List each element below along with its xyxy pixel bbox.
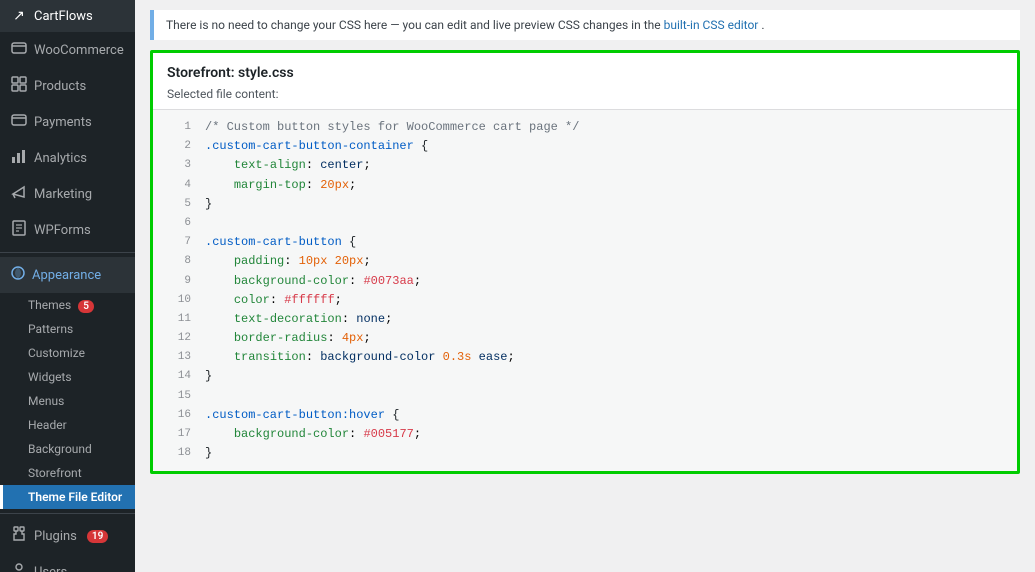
- code-line-5: 5 }: [153, 195, 1017, 214]
- sidebar-subitem-customize[interactable]: Customize: [0, 341, 135, 365]
- sidebar-item-woocommerce[interactable]: WooCommerce: [0, 32, 135, 68]
- code-line-17: 17 background-color: #005177;: [153, 425, 1017, 444]
- notice-link[interactable]: built-in CSS editor: [664, 18, 759, 32]
- code-line-13: 13 transition: background-color 0.3s eas…: [153, 348, 1017, 367]
- submenu-label: Header: [28, 418, 67, 432]
- sidebar-item-label: WPForms: [34, 223, 91, 238]
- code-line-4: 4 margin-top: 20px;: [153, 176, 1017, 195]
- code-line-14: 14 }: [153, 367, 1017, 386]
- code-line-3: 3 text-align: center;: [153, 156, 1017, 175]
- sidebar-subitem-theme-file-editor[interactable]: Theme File Editor: [0, 485, 135, 509]
- submenu-label: Customize: [28, 346, 85, 360]
- sidebar-item-label: Analytics: [34, 151, 87, 166]
- appearance-icon: [10, 265, 26, 285]
- code-line-16: 16 .custom-cart-button:hover {: [153, 406, 1017, 425]
- marketing-icon: [10, 184, 28, 204]
- sidebar-item-products[interactable]: Products: [0, 68, 135, 104]
- code-line-2: 2 .custom-cart-button-container {: [153, 137, 1017, 156]
- sidebar: ↗ CartFlows WooCommerce Products Payment…: [0, 0, 135, 572]
- notice-text: There is no need to change your CSS here…: [166, 18, 661, 32]
- editor-box: Storefront: style.css Selected file cont…: [150, 50, 1020, 474]
- analytics-icon: [10, 148, 28, 168]
- notice-bar: There is no need to change your CSS here…: [150, 10, 1020, 40]
- wpforms-icon: [10, 220, 28, 240]
- submenu-label: Background: [28, 442, 92, 456]
- sidebar-item-label: Plugins: [34, 529, 77, 544]
- payments-icon: [10, 112, 28, 132]
- sidebar-subitem-storefront[interactable]: Storefront: [0, 461, 135, 485]
- code-line-8: 8 padding: 10px 20px;: [153, 252, 1017, 271]
- editor-title: Storefront: style.css: [153, 53, 1017, 81]
- sidebar-item-label: Marketing: [34, 187, 92, 202]
- sidebar-item-label: Products: [34, 79, 86, 94]
- sidebar-item-label: Payments: [34, 115, 92, 130]
- sidebar-subitem-header[interactable]: Header: [0, 413, 135, 437]
- code-line-1: 1 /* Custom button styles for WooCommerc…: [153, 118, 1017, 137]
- submenu-label: Storefront: [28, 466, 82, 480]
- notice-end: .: [761, 18, 764, 32]
- sidebar-subitem-patterns[interactable]: Patterns: [0, 317, 135, 341]
- sidebar-item-label: Appearance: [32, 268, 101, 283]
- submenu-label: Patterns: [28, 322, 73, 336]
- cartflows-icon: ↗: [10, 8, 28, 24]
- plugins-badge: 19: [87, 530, 108, 543]
- submenu-label: Themes: [28, 298, 71, 312]
- sidebar-subitem-menus[interactable]: Menus: [0, 389, 135, 413]
- plugins-icon: [10, 526, 28, 546]
- sidebar-item-analytics[interactable]: Analytics: [0, 140, 135, 176]
- code-editor[interactable]: 1 /* Custom button styles for WooCommerc…: [153, 110, 1017, 471]
- sidebar-item-appearance[interactable]: Appearance: [0, 257, 135, 293]
- products-icon: [10, 76, 28, 96]
- sidebar-item-users[interactable]: Users: [0, 554, 135, 572]
- sidebar-item-label: WooCommerce: [34, 43, 124, 58]
- sidebar-item-label: CartFlows: [34, 9, 93, 24]
- sidebar-item-label: Users: [34, 565, 67, 572]
- code-line-12: 12 border-radius: 4px;: [153, 329, 1017, 348]
- code-line-9: 9 background-color: #0073aa;: [153, 272, 1017, 291]
- code-line-18: 18 }: [153, 444, 1017, 463]
- code-line-15: 15: [153, 387, 1017, 406]
- users-icon: [10, 562, 28, 572]
- woocommerce-icon: [10, 40, 28, 60]
- main-content: There is no need to change your CSS here…: [135, 0, 1035, 572]
- sidebar-subitem-themes[interactable]: Themes 5: [0, 293, 135, 317]
- sidebar-item-plugins[interactable]: Plugins 19: [0, 518, 135, 554]
- sidebar-subitem-widgets[interactable]: Widgets: [0, 365, 135, 389]
- code-line-11: 11 text-decoration: none;: [153, 310, 1017, 329]
- editor-subtitle: Selected file content:: [153, 81, 1017, 110]
- code-line-7: 7 .custom-cart-button {: [153, 233, 1017, 252]
- submenu-label: Menus: [28, 394, 64, 408]
- submenu-label: Theme File Editor: [28, 490, 122, 504]
- submenu-label: Widgets: [28, 370, 72, 384]
- sidebar-item-payments[interactable]: Payments: [0, 104, 135, 140]
- code-line-10: 10 color: #ffffff;: [153, 291, 1017, 310]
- code-line-6: 6: [153, 214, 1017, 233]
- sidebar-item-marketing[interactable]: Marketing: [0, 176, 135, 212]
- sidebar-subitem-background[interactable]: Background: [0, 437, 135, 461]
- sidebar-item-cartflows[interactable]: ↗ CartFlows: [0, 0, 135, 32]
- sidebar-item-wpforms[interactable]: WPForms: [0, 212, 135, 248]
- themes-badge: 5: [78, 300, 94, 313]
